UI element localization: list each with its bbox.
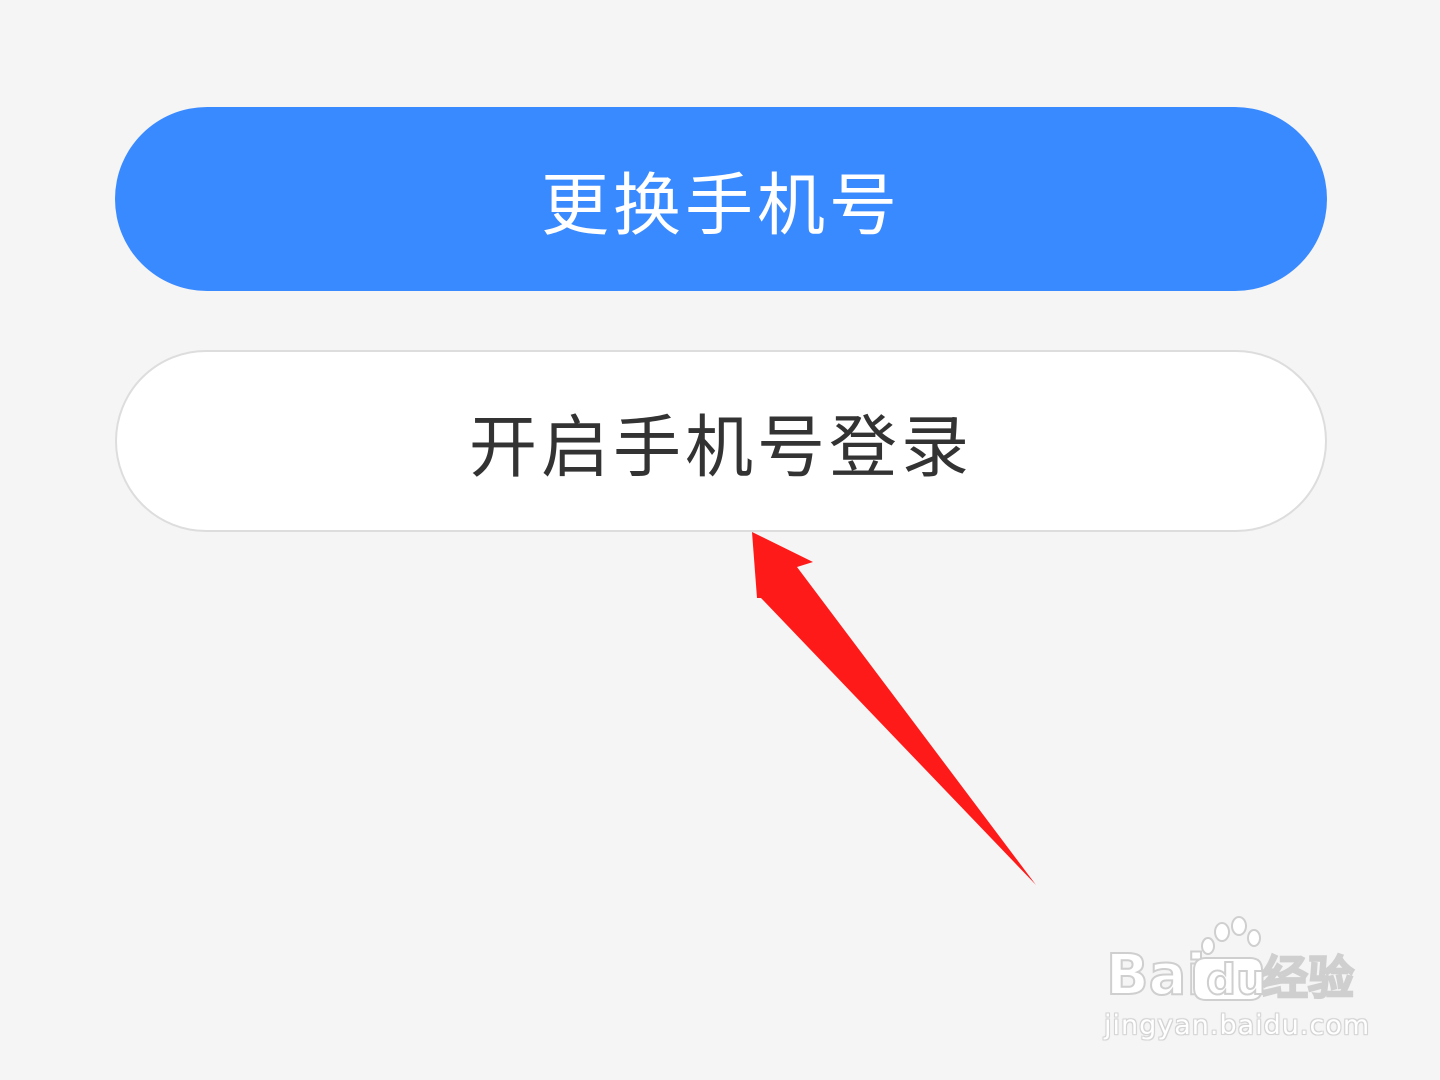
svg-text:经验: 经验 [1262, 951, 1354, 1005]
svg-text:Bai: Bai [1106, 943, 1206, 1006]
change-phone-button-label: 更换手机号 [540, 166, 901, 246]
enable-phone-login-button-label: 开启手机号登录 [468, 408, 973, 488]
enable-phone-login-button[interactable]: 开启手机号登录 [115, 350, 1327, 532]
watermark-url: jingyan.baidu.com [1104, 1010, 1371, 1041]
screen: 更换手机号 开启手机号登录 Bai du 经验 jingyan.baidu.co… [0, 0, 1440, 1080]
change-phone-button[interactable]: 更换手机号 [115, 107, 1327, 291]
baidu-paw-logo-icon: Bai du 经验 [1105, 916, 1355, 1006]
svg-text:du: du [1206, 955, 1266, 1004]
baidu-jingyan-watermark: Bai du 经验 jingyan.baidu.com [1102, 914, 1369, 1044]
